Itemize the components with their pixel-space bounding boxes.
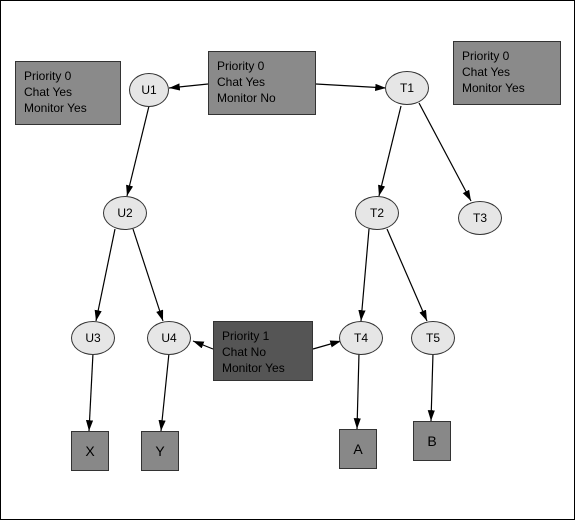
diagram-canvas: Priority 0 Chat Yes Monitor Yes Priority… xyxy=(0,0,575,520)
info-box-center: Priority 0 Chat Yes Monitor No xyxy=(208,51,316,115)
leaf-a: A xyxy=(339,429,377,469)
node-label: T1 xyxy=(400,81,414,95)
node-label: T5 xyxy=(426,331,440,345)
leaf-label: Y xyxy=(155,443,164,459)
node-label: T2 xyxy=(370,206,384,220)
leaf-b: B xyxy=(413,421,451,461)
info-priority: Priority 0 xyxy=(217,58,307,74)
node-label: U4 xyxy=(161,331,176,345)
leaf-label: X xyxy=(85,443,94,459)
node-u2: U2 xyxy=(103,196,147,230)
node-t3: T3 xyxy=(458,201,502,235)
info-priority: Priority 0 xyxy=(24,68,112,84)
info-monitor: Monitor Yes xyxy=(222,360,304,376)
node-t5: T5 xyxy=(411,321,455,355)
leaf-x: X xyxy=(71,431,109,471)
leaf-y: Y xyxy=(141,431,179,471)
node-label: T4 xyxy=(354,331,368,345)
leaf-label: B xyxy=(427,433,436,449)
node-label: U1 xyxy=(141,83,156,97)
info-priority: Priority 1 xyxy=(222,328,304,344)
node-label: T3 xyxy=(473,211,487,225)
leaf-label: A xyxy=(353,441,362,457)
node-u3: U3 xyxy=(71,321,115,355)
node-t4: T4 xyxy=(339,321,383,355)
node-u1: U1 xyxy=(129,73,169,107)
info-chat: Chat Yes xyxy=(24,84,112,100)
node-t2: T2 xyxy=(355,196,399,230)
info-chat: Chat Yes xyxy=(217,74,307,90)
node-u4: U4 xyxy=(147,321,191,355)
info-chat: Chat No xyxy=(222,344,304,360)
node-label: U3 xyxy=(85,331,100,345)
info-box-u1: Priority 0 Chat Yes Monitor Yes xyxy=(15,61,121,125)
info-chat: Chat Yes xyxy=(462,64,552,80)
node-t1: T1 xyxy=(385,71,429,105)
info-priority: Priority 0 xyxy=(462,48,552,64)
info-monitor: Monitor No xyxy=(217,90,307,106)
info-box-mid: Priority 1 Chat No Monitor Yes xyxy=(213,321,313,381)
info-monitor: Monitor Yes xyxy=(24,100,112,116)
info-monitor: Monitor Yes xyxy=(462,80,552,96)
node-label: U2 xyxy=(117,206,132,220)
info-box-t1: Priority 0 Chat Yes Monitor Yes xyxy=(453,41,561,105)
